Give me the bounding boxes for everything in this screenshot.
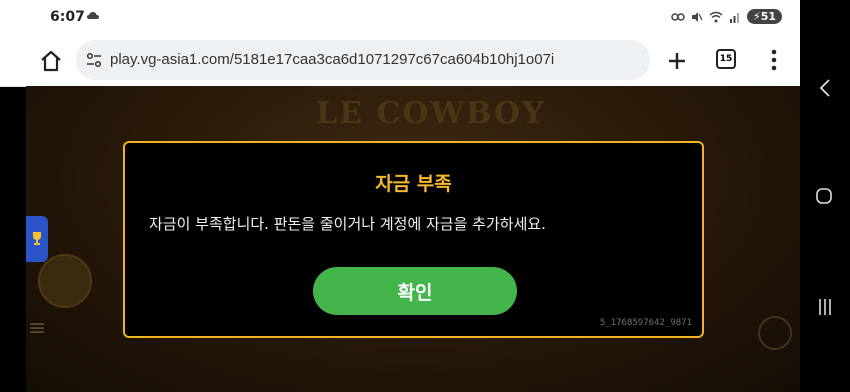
tab-count: 15	[719, 54, 733, 64]
address-bar[interactable]: play.vg-asia1.com/5181e17caa3ca6d1071297…	[76, 40, 650, 80]
leaderboard-tab[interactable]	[26, 216, 48, 262]
browser-toolbar: play.vg-asia1.com/5181e17caa3ca6d1071297…	[0, 36, 800, 87]
link-icon	[671, 12, 685, 21]
url-text[interactable]: play.vg-asia1.com/5181e17caa3ca6d1071297…	[110, 51, 554, 68]
menu-glyph-icon[interactable]: ≡	[28, 316, 46, 341]
signal-icon	[729, 12, 739, 23]
confirm-button[interactable]: 확인	[313, 267, 517, 315]
mute-icon	[691, 11, 703, 22]
recent-apps-icon[interactable]	[817, 298, 833, 316]
game-round-button[interactable]	[38, 254, 92, 308]
insufficient-funds-dialog: 자금 부족 자금이 부족합니다. 판돈을 줄이거나 계정에 자금을 추가하세요.…	[123, 141, 704, 338]
circle-home-icon[interactable]	[816, 188, 832, 204]
autoplay-icon[interactable]	[758, 316, 792, 350]
more-vert-icon[interactable]	[771, 49, 777, 71]
cloud-icon	[87, 12, 99, 19]
trophy-icon	[33, 232, 41, 245]
status-time: 6:07	[50, 9, 85, 25]
tune-icon[interactable]	[85, 51, 103, 69]
battery-indicator: ⚡ 51	[746, 9, 782, 24]
tab-switcher-button[interactable]: 15	[716, 49, 736, 69]
back-icon[interactable]	[818, 78, 832, 98]
system-nav-bar	[800, 0, 850, 392]
wifi-icon	[709, 11, 723, 22]
charging-icon: ⚡	[752, 10, 761, 23]
dialog-message: 자금이 부족합니다. 판돈을 줄이거나 계정에 자금을 추가하세요.	[149, 215, 546, 233]
dialog-title: 자금 부족	[375, 173, 452, 195]
game-logo-image: LE COWBOY	[316, 96, 546, 131]
dialog-error-code: 5_1768597642_9871	[599, 318, 692, 328]
status-icons: ⚡ 51	[671, 9, 782, 24]
battery-level: 51	[760, 10, 776, 23]
status-bar: 6:07 ⚡ 51	[0, 0, 800, 36]
plus-icon[interactable]	[664, 48, 690, 74]
home-icon[interactable]	[38, 48, 64, 74]
